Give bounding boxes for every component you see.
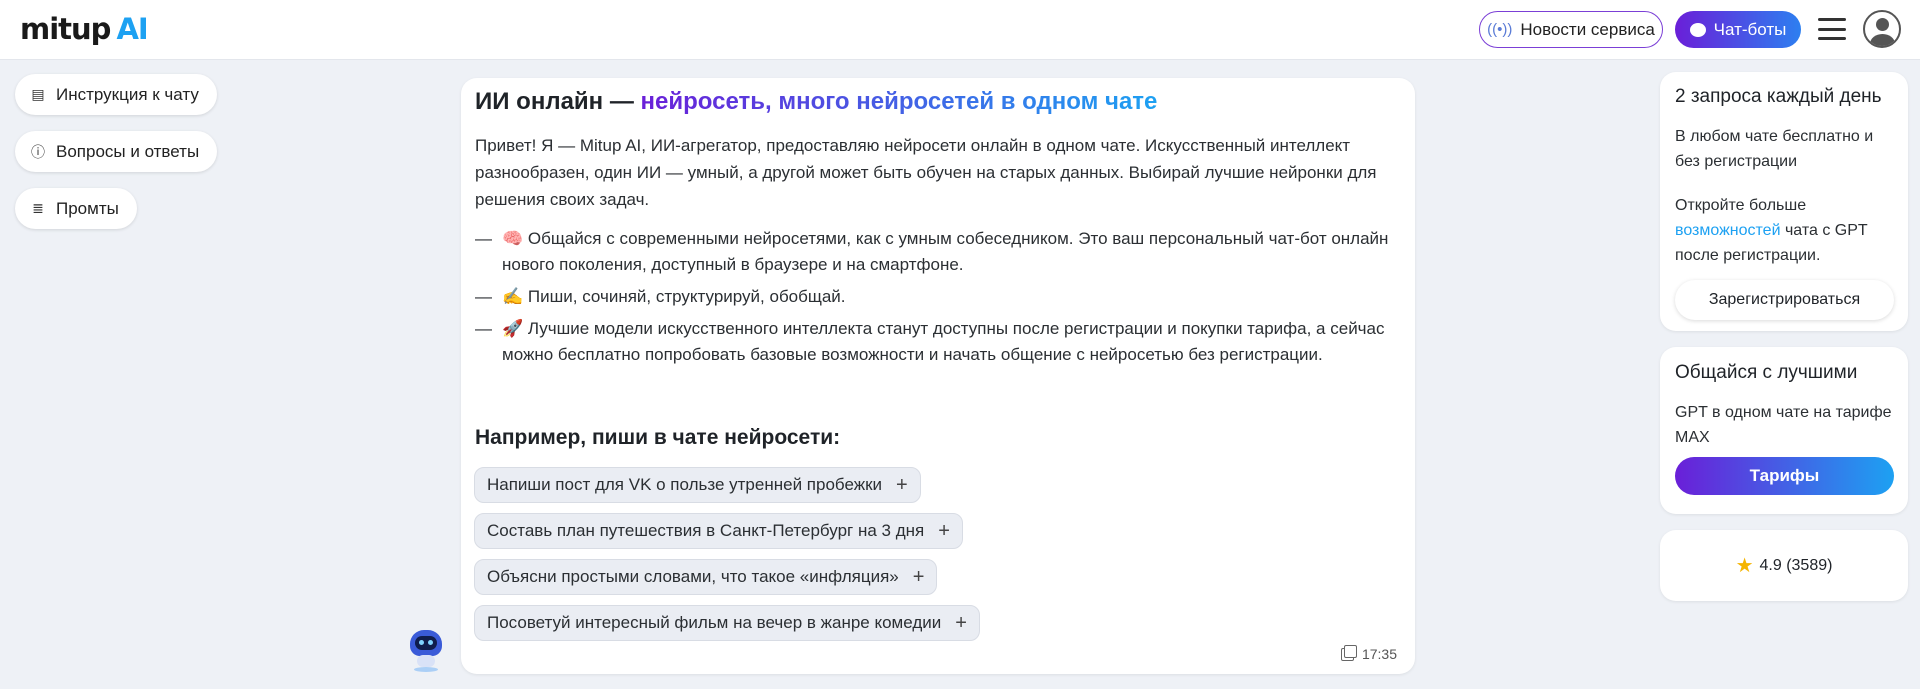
bullet-text: Лучшие модели искусственного интеллекта … <box>502 319 1385 364</box>
bullet-item: — 🚀 Лучшие модели искусственного интелле… <box>475 319 1385 364</box>
bot-avatar-icon <box>408 628 444 672</box>
example-prompt-chip[interactable]: Составь план путешествия в Санкт-Петербу… <box>474 513 963 549</box>
message-time: 17:35 <box>1361 646 1397 662</box>
message-meta: 17:35 <box>1340 644 1397 662</box>
best-models-title: Общайся с лучшими <box>1675 362 1858 383</box>
nav-prompts-label: Промты <box>56 198 119 218</box>
rating-value: 4.9 (3589) <box>1759 556 1833 574</box>
card-title: ИИ онлайн — нейросеть, много нейросетей … <box>475 88 1157 116</box>
promo-text-start: Откройте больше <box>1675 197 1807 214</box>
news-button-label: Новости сервиса <box>1520 19 1655 39</box>
logo-ai-text: AI <box>116 12 148 46</box>
plus-icon: + <box>912 565 925 588</box>
user-avatar-icon[interactable] <box>1863 10 1901 48</box>
best-models-card: Общайся с лучшими GPT в одном чате на та… <box>1660 347 1908 514</box>
nav-instructions-label: Инструкция к чату <box>56 84 199 104</box>
writing-hand-icon: ✍️ <box>502 287 524 306</box>
free-requests-title: 2 запроса каждый день <box>1675 86 1882 107</box>
example-prompt-chip[interactable]: Посоветуй интересный фильм на вечер в жа… <box>474 605 980 641</box>
example-prompt-chip[interactable]: Напиши пост для VK о пользе утренней про… <box>474 467 921 503</box>
chat-message-card: ИИ онлайн — нейросеть, много нейросетей … <box>461 78 1415 674</box>
chatbots-button-label: Чат-боты <box>1713 19 1787 39</box>
card-title-highlight: нейросеть, много нейросетей в одном чате <box>640 88 1158 115</box>
rating: ★ 4.9 (3589) <box>1660 530 1908 601</box>
bullet-item: — 🧠 Общайся с современными нейросетями, … <box>475 229 1389 274</box>
example-prompt-text: Объясни простыми словами, что такое «инф… <box>487 567 899 586</box>
nav-instructions[interactable]: ▤ Инструкция к чату <box>15 74 217 115</box>
brain-icon: 🧠 <box>502 229 524 248</box>
database-icon: ≣ <box>32 200 44 216</box>
free-requests-card: 2 запроса каждый день В любом чате беспл… <box>1660 72 1908 331</box>
rocket-icon: 🚀 <box>502 319 524 338</box>
capabilities-link[interactable]: возможностей <box>1675 222 1781 239</box>
chatbots-button[interactable]: Чат-боты <box>1675 11 1801 48</box>
list-icon: ▤ <box>31 86 45 102</box>
best-models-text: GPT в одном чате на тарифе MAX <box>1675 404 1892 446</box>
nav-faq-label: Вопросы и ответы <box>56 141 200 161</box>
chat-bubble-icon <box>1689 22 1706 37</box>
tariffs-button[interactable]: Тарифы <box>1675 457 1894 495</box>
logo[interactable]: mitup AI <box>20 12 149 46</box>
news-button[interactable]: ((•)) Новости сервиса <box>1479 11 1663 48</box>
logo-main-text: mitup <box>20 12 111 46</box>
question-icon: ⓘ <box>31 143 45 160</box>
examples-title: Например, пиши в чате нейросети: <box>475 426 841 449</box>
card-intro: Привет! Я — Mitup AI, ИИ-агрегатор, пред… <box>475 136 1377 209</box>
example-prompt-chip[interactable]: Объясни простыми словами, что такое «инф… <box>474 559 938 595</box>
register-button-label: Зарегистрироваться <box>1708 291 1861 308</box>
broadcast-icon: ((•)) <box>1487 21 1513 38</box>
menu-icon[interactable] <box>1818 18 1846 40</box>
plus-icon: + <box>955 611 967 634</box>
nav-prompts[interactable]: ≣ Промты <box>15 188 137 229</box>
example-prompt-text: Посоветуй интересный фильм на вечер в жа… <box>487 613 942 632</box>
bullet-text: Общайся с современными нейросетями, как … <box>502 229 1389 274</box>
card-title-plain: ИИ онлайн — <box>475 88 641 115</box>
plus-icon: + <box>938 519 950 542</box>
star-icon: ★ <box>1735 555 1754 577</box>
bullet-item: — ✍️ Пиши, сочиняй, структурируй, обобща… <box>475 287 846 306</box>
free-requests-text: В любом чате бесплатно и без регистрации <box>1675 128 1874 170</box>
tariffs-button-label: Тарифы <box>1749 466 1820 485</box>
example-prompt-text: Напиши пост для VK о пользе утренней про… <box>487 475 883 494</box>
plus-icon: + <box>896 473 908 496</box>
copy-icon[interactable] <box>1340 644 1357 661</box>
example-prompt-text: Составь план путешествия в Санкт-Петербу… <box>487 521 925 540</box>
register-button[interactable]: Зарегистрироваться <box>1675 280 1894 320</box>
top-header: mitup AI ((•)) Новости сервиса Чат-боты <box>0 0 1920 60</box>
nav-faq[interactable]: ⓘ Вопросы и ответы <box>15 131 218 172</box>
rating-card: ★ 4.9 (3589) <box>1660 530 1908 601</box>
bullet-text: Пиши, сочиняй, структурируй, обобщай. <box>527 287 846 306</box>
register-promo-text: Откройте больше возможностей чата с GPT … <box>1675 193 1900 268</box>
